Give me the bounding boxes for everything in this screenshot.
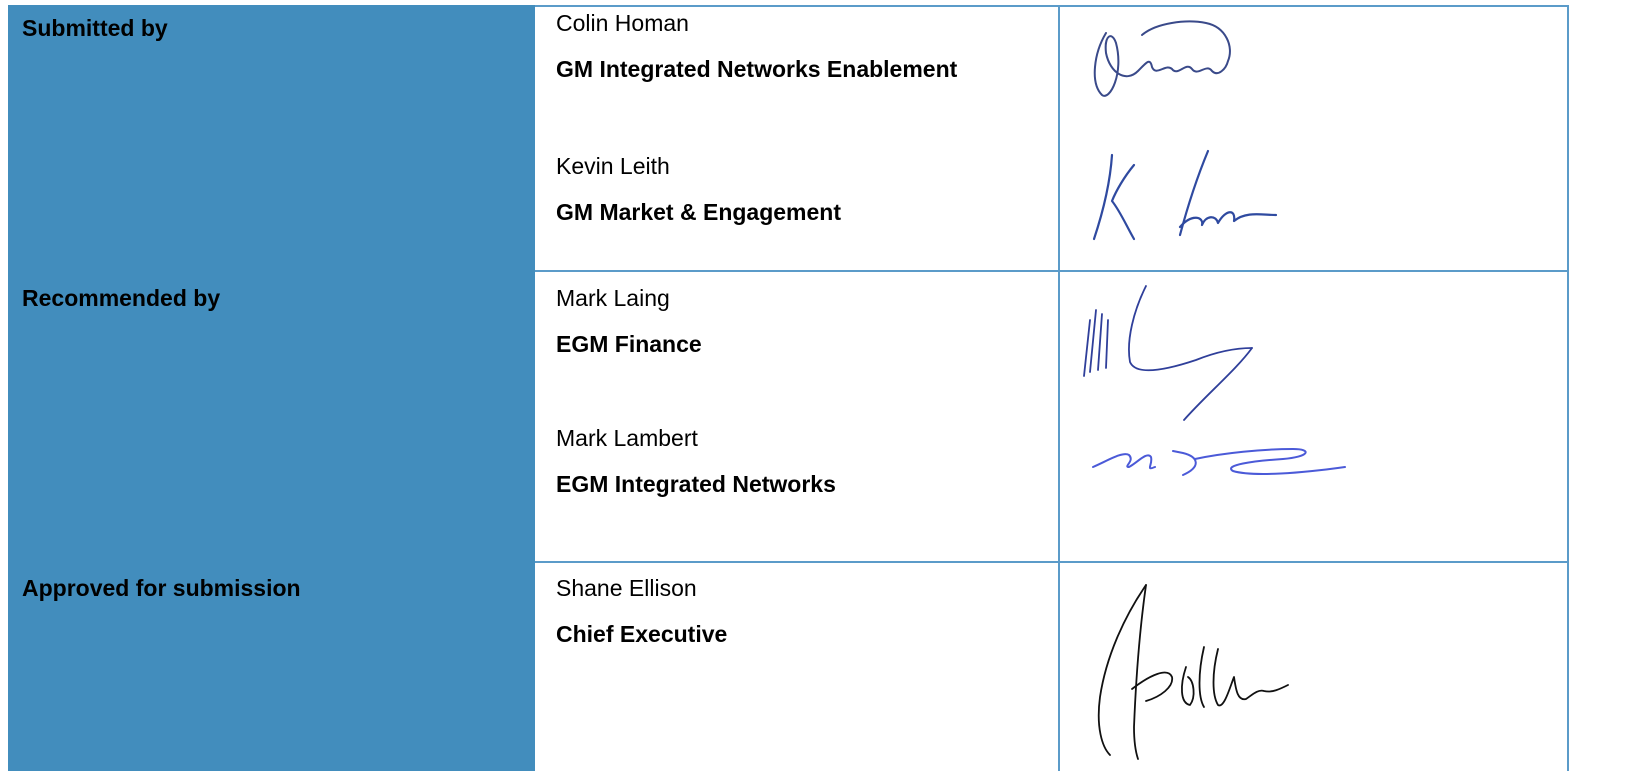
signatory-title: EGM Finance (556, 331, 702, 357)
signature-homan (1093, 20, 1231, 97)
signatory-name: Colin Homan (556, 10, 689, 36)
column-divider (1058, 5, 1060, 771)
signatory-name: Kevin Leith (556, 153, 670, 179)
signatory-name: Mark Laing (556, 285, 670, 311)
signatory-title: Chief Executive (556, 621, 728, 647)
signature-laing (1083, 285, 1253, 421)
section-label-submitted: Submitted by (22, 15, 168, 41)
label-column (8, 5, 535, 771)
signatory-name: Mark Lambert (556, 425, 698, 451)
signatory-title: GM Integrated Networks Enablement (556, 56, 958, 82)
signatory-title: EGM Integrated Networks (556, 471, 836, 497)
signatory-title: GM Market & Engagement (556, 199, 841, 225)
row-divider (535, 561, 1569, 563)
approval-table: Submitted by Recommended by Approved for… (8, 5, 1569, 771)
section-label-approved: Approved for submission (22, 575, 301, 601)
signature-leith (1092, 149, 1278, 241)
signature-lambert (1092, 448, 1346, 476)
row-divider (535, 270, 1569, 272)
row-divider (535, 5, 1569, 7)
table-right-border (1567, 5, 1569, 771)
section-label-recommended: Recommended by (22, 285, 221, 311)
signature-ellison (1097, 584, 1289, 760)
signatory-name: Shane Ellison (556, 575, 697, 601)
